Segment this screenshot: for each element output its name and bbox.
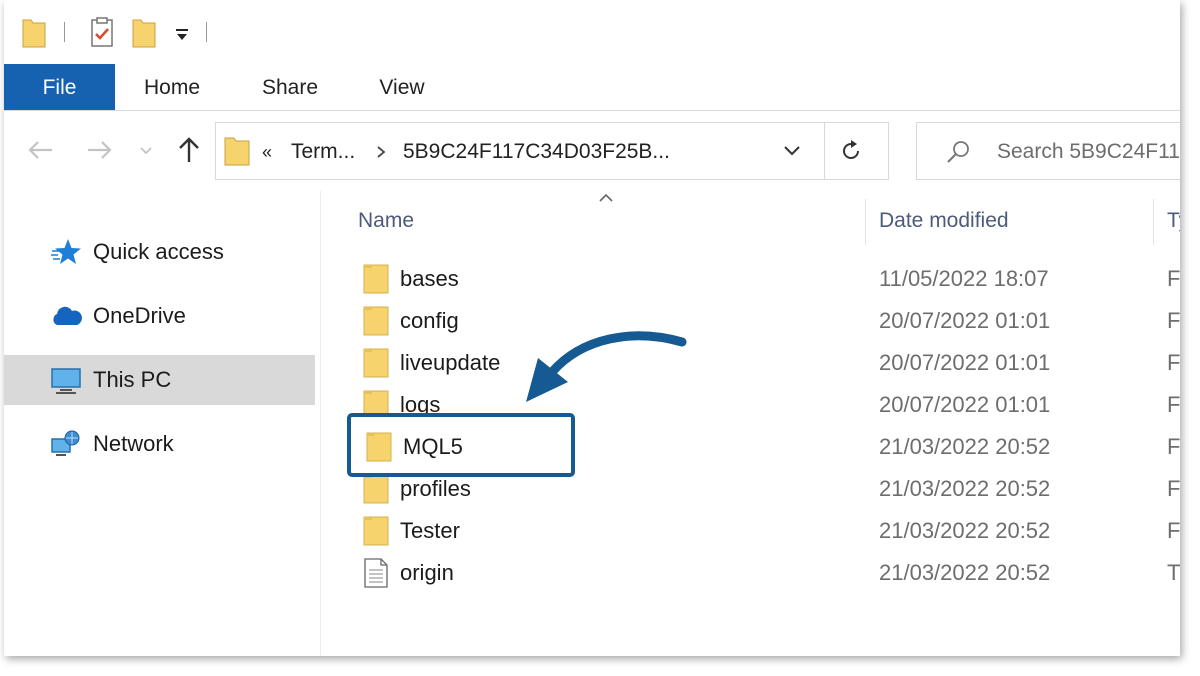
file-date: 20/07/2022 01:01 xyxy=(879,350,1051,375)
tab-file[interactable]: File xyxy=(4,64,115,110)
tab-view[interactable]: View xyxy=(360,64,444,110)
file-type: F xyxy=(1167,476,1180,501)
text-file-icon xyxy=(364,558,388,588)
up-arrow-icon[interactable] xyxy=(172,133,206,167)
toolbar-separator xyxy=(206,22,207,42)
file-date: 21/03/2022 20:52 xyxy=(879,476,1051,501)
list-item-mql5[interactable]: MQL5 xyxy=(364,426,564,468)
nav-item-onedrive[interactable]: OneDrive xyxy=(4,291,315,341)
file-type: F xyxy=(1167,518,1180,543)
recent-locations-chevron-icon[interactable] xyxy=(136,133,156,167)
nav-item-label: Network xyxy=(93,431,174,456)
nav-item-label: OneDrive xyxy=(93,303,186,328)
file-type: F xyxy=(1167,350,1180,375)
nav-item-label: Quick access xyxy=(93,239,224,264)
cloud-icon xyxy=(53,306,82,325)
breadcrumb-chevron-icon[interactable] xyxy=(374,145,388,159)
toolbar-separator xyxy=(64,22,65,42)
new-folder-icon[interactable] xyxy=(132,18,156,48)
folder-icon xyxy=(224,137,250,166)
forward-arrow-icon[interactable] xyxy=(82,133,116,167)
column-header-type[interactable]: Ty xyxy=(1167,191,1180,251)
breadcrumb-overflow[interactable]: « xyxy=(262,123,272,179)
column-header-name[interactable]: Name xyxy=(358,191,414,251)
file-explorer-window: File Home Share View « Term... 5B9C24F11 xyxy=(4,0,1180,656)
column-divider[interactable] xyxy=(865,199,866,245)
folder-icon xyxy=(363,264,389,294)
navigation-bar: « Term... 5B9C24F117C34D03F25B... Search… xyxy=(4,111,1180,191)
file-type: T xyxy=(1167,560,1180,585)
folder-icon[interactable] xyxy=(22,18,46,48)
ribbon-tabs: File Home Share View xyxy=(4,64,1180,111)
breadcrumb-current-folder[interactable]: 5B9C24F117C34D03F25B... xyxy=(403,123,670,179)
search-icon xyxy=(947,141,969,163)
file-type: F xyxy=(1167,392,1180,417)
list-item[interactable]: liveupdate 20/07/2022 01:01 F xyxy=(321,342,1180,384)
address-bar[interactable]: « Term... 5B9C24F117C34D03F25B... xyxy=(215,122,889,180)
file-type: F xyxy=(1167,308,1180,333)
tab-share[interactable]: Share xyxy=(244,64,336,110)
properties-icon[interactable] xyxy=(90,17,114,47)
file-date: 20/07/2022 01:01 xyxy=(879,392,1051,417)
file-date: 21/03/2022 20:52 xyxy=(879,518,1051,543)
folder-icon xyxy=(363,474,389,504)
column-divider[interactable] xyxy=(1153,199,1154,245)
file-type: F xyxy=(1167,266,1180,291)
file-date: 21/03/2022 20:52 xyxy=(879,434,1051,459)
address-divider xyxy=(824,123,825,179)
nav-item-network[interactable]: Network xyxy=(4,419,315,469)
file-date: 20/07/2022 01:01 xyxy=(879,308,1051,333)
list-item[interactable]: Tester 21/03/2022 20:52 F xyxy=(321,510,1180,552)
back-arrow-icon[interactable] xyxy=(24,133,58,167)
file-name: origin xyxy=(400,560,454,585)
folder-icon xyxy=(363,516,389,546)
folder-icon xyxy=(366,432,392,462)
star-icon xyxy=(51,239,81,264)
pointer-arrow-icon xyxy=(526,331,687,402)
navigation-pane: Quick access OneDrive This PC Network xyxy=(4,191,321,656)
file-name: Tester xyxy=(400,518,460,543)
address-dropdown-chevron-icon[interactable] xyxy=(782,143,802,159)
sort-ascending-icon xyxy=(599,193,613,202)
refresh-icon[interactable] xyxy=(838,138,864,164)
file-name: config xyxy=(400,308,459,333)
folder-icon xyxy=(363,306,389,336)
list-item[interactable]: origin 21/03/2022 20:52 T xyxy=(321,552,1180,594)
search-box[interactable]: Search 5B9C24F11 xyxy=(916,122,1180,180)
folder-icon xyxy=(363,348,389,378)
computer-icon xyxy=(51,368,81,394)
column-header-date-modified[interactable]: Date modified xyxy=(879,191,1009,251)
customize-toolbar-dropdown-icon[interactable] xyxy=(174,28,190,42)
tab-home[interactable]: Home xyxy=(126,64,218,110)
file-date: 11/05/2022 18:07 xyxy=(879,266,1049,291)
quick-access-toolbar xyxy=(4,0,1180,64)
search-placeholder: Search 5B9C24F11 xyxy=(997,140,1180,163)
network-icon xyxy=(51,430,80,456)
file-date: 21/03/2022 20:52 xyxy=(879,560,1051,585)
nav-item-label: This PC xyxy=(93,367,172,392)
breadcrumb-terminal[interactable]: Term... xyxy=(291,123,355,179)
file-type: F xyxy=(1167,434,1180,459)
list-item[interactable]: config 20/07/2022 01:01 F xyxy=(321,300,1180,342)
nav-item-quick-access[interactable]: Quick access xyxy=(4,227,315,277)
list-item[interactable]: bases 11/05/2022 18:07 F xyxy=(321,258,1180,300)
nav-item-this-pc[interactable]: This PC xyxy=(4,355,315,405)
file-name: MQL5 xyxy=(403,434,463,459)
file-name: liveupdate xyxy=(400,350,501,375)
file-name: bases xyxy=(400,266,459,291)
